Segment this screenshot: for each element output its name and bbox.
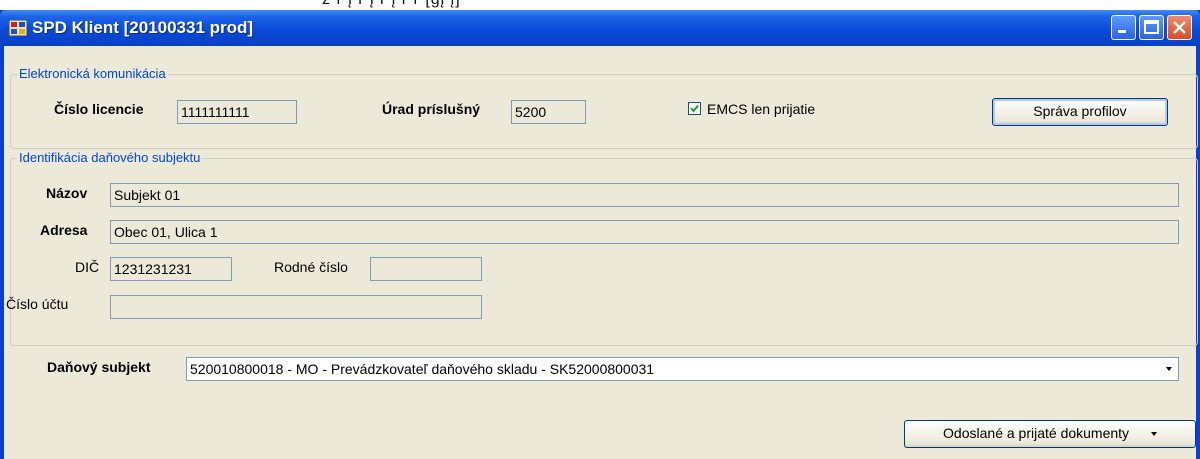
checkmark-icon (690, 104, 699, 113)
maximize-icon (1144, 20, 1159, 34)
minimize-icon (1118, 30, 1126, 33)
adresa-label: Adresa (40, 222, 88, 238)
cislo-uctu-field[interactable] (110, 295, 482, 319)
app-icon (9, 20, 27, 36)
emcs-checkbox[interactable] (688, 102, 701, 115)
app-window: SPD Klient [20100331 prod] Elektronická … (0, 10, 1200, 459)
danovy-subjekt-select[interactable]: 520010800018 - MO - Prevádzkovateľ daňov… (186, 357, 1179, 381)
nazov-label: Názov (46, 185, 88, 201)
client-area: Elektronická komunikácia Číslo licencie … (4, 46, 1198, 459)
rodne-cislo-label: Rodné číslo (274, 259, 348, 275)
dic-field[interactable]: 1231231231 (110, 257, 232, 281)
dropdown-arrow-icon[interactable] (1166, 367, 1172, 371)
danovy-subjekt-label: Daňový subjekt (47, 359, 151, 375)
emcs-label[interactable]: EMCS len prijatie (707, 101, 815, 117)
urad-field[interactable]: 5200 (511, 100, 586, 124)
urad-label: Úrad príslušný (382, 101, 481, 117)
danovy-subjekt-value: 520010800018 - MO - Prevádzkovateľ daňov… (190, 361, 655, 377)
licencia-label: Číslo licencie (54, 101, 144, 117)
documents-button-label: Odoslané a prijaté dokumenty (943, 425, 1130, 441)
close-button[interactable] (1167, 15, 1192, 40)
group-label: Elektronická komunikácia (17, 66, 168, 81)
minimize-button[interactable] (1111, 15, 1136, 40)
rodne-cislo-field[interactable] (370, 257, 482, 281)
licencia-field[interactable]: 1111111111 (177, 100, 297, 124)
nazov-field[interactable]: Subjekt 01 (110, 183, 1179, 207)
documents-button[interactable]: Odoslané a prijaté dokumenty (904, 420, 1196, 448)
window-title: SPD Klient [20100331 prod] (32, 18, 254, 37)
background-page-strip: ž ř į ř į ř į ř ŕ [ġį į] (0, 0, 1200, 10)
dic-label: DIČ (75, 259, 100, 275)
close-icon (1173, 21, 1186, 34)
sprava-profilov-label: Správa profilov (1033, 103, 1127, 119)
adresa-field[interactable]: Obec 01, Ulica 1 (110, 220, 1179, 244)
cislo-uctu-label: Číslo účtu (6, 296, 69, 312)
sprava-profilov-button[interactable]: Správa profilov (992, 98, 1168, 126)
title-bar[interactable]: SPD Klient [20100331 prod] (0, 10, 1200, 46)
dropdown-arrow-icon (1150, 432, 1157, 437)
group-label: Identifikácia daňového subjektu (17, 150, 203, 165)
background-page-text: ž ř į ř į ř į ř ŕ [ġį į] (322, 0, 461, 9)
maximize-button[interactable] (1139, 15, 1164, 40)
